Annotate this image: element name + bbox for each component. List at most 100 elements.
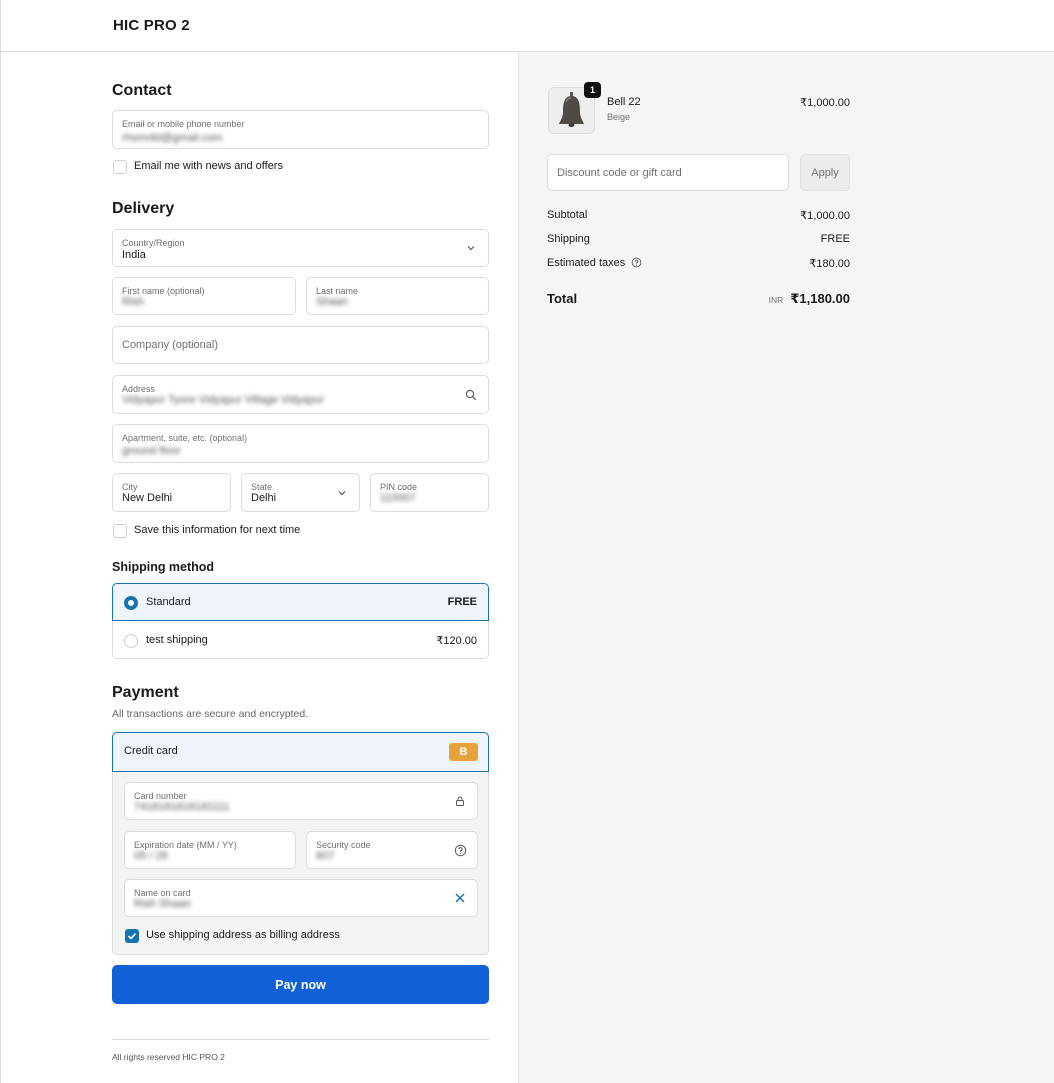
subtotal-label: Subtotal [547,209,588,221]
first-name-label: First name (optional) [122,286,205,296]
payment-subtitle: All transactions are secure and encrypte… [112,708,309,720]
taxes-value: ₹180.00 [809,258,850,270]
delivery-heading: Delivery [112,200,175,217]
credit-card-option[interactable]: Credit card B [112,732,489,772]
city-value: New Delhi [122,492,173,504]
product-price: ₹1,000.00 [800,97,850,109]
shipping-option-price: FREE [447,596,477,608]
save-info-label: Save this information for next time [134,524,301,536]
news-label: Email me with news and offers [134,160,283,172]
lock-icon [453,794,467,808]
expiry-value: 05 / 28 [134,850,168,862]
security-code-value: 607 [316,850,335,862]
total-row: Total INR ₹1,180.00 [547,291,850,307]
pin-code-field[interactable]: PIN code 110007 [370,473,489,512]
chevron-down-icon [464,241,478,255]
order-summary-column [518,52,1054,1083]
first-name-value: Rish [122,296,145,308]
footer-text: All rights reserved HIC PRO 2 [112,1052,225,1062]
total-currency: INR [768,295,784,305]
payment-heading: Payment [112,684,179,701]
first-name-field[interactable]: First name (optional) Rish [112,277,296,315]
company-placeholder: Company (optional) [122,339,218,351]
subtotal-row: Subtotal ₹1,000.00 [547,209,850,222]
security-code-label: Security code [316,840,371,850]
last-name-field[interactable]: Last name Shaan [306,277,489,315]
total-label: Total [547,291,578,306]
card-number-label: Card number [134,791,187,801]
quantity-badge: 1 [584,82,601,98]
total-amount-group: INR ₹1,180.00 [769,291,850,307]
taxes-row: Estimated taxes ₹180.00 [547,257,850,270]
apartment-label: Apartment, suite, etc. (optional) [122,433,248,443]
taxes-label: Estimated taxes [547,257,626,269]
footer-divider [112,1039,489,1040]
subtotal-value: ₹1,000.00 [800,210,850,222]
radio-selected[interactable] [124,596,138,610]
help-circle-icon[interactable] [453,843,467,857]
close-icon[interactable] [453,891,467,905]
total-value: ₹1,180.00 [790,291,850,306]
shipping-option-test[interactable]: test shipping ₹120.00 [113,621,488,659]
expiry-field[interactable]: Expiration date (MM / YY) 05 / 28 [124,831,296,869]
billing-checkbox[interactable] [125,929,139,943]
shipping-options: Standard FREE test shipping ₹120.00 [112,583,489,659]
discount-placeholder: Discount code or gift card [557,167,682,179]
email-value: rhsmnbl@gmail.com [122,132,223,144]
credit-card-label: Credit card [124,745,178,757]
store-name[interactable]: HIC PRO 2 [113,17,190,34]
country-label: Country/Region [122,238,185,248]
name-on-card-field[interactable]: Name on card Rish Shaan [124,879,478,917]
security-code-field[interactable]: Security code 607 [306,831,478,869]
country-select[interactable]: Country/Region India [112,229,489,267]
apartment-field[interactable]: Apartment, suite, etc. (optional) ground… [112,424,489,463]
product-variant: Beige [607,112,631,122]
taxes-label-group: Estimated taxes [547,257,642,270]
shipping-row: Shipping FREE [547,233,850,245]
card-number-field[interactable]: Card number 7418181818181111 [124,782,478,820]
news-checkbox[interactable] [113,160,127,174]
shipping-option-name: Standard [146,596,191,608]
address-field[interactable]: Address Vidyapur Tyore Vidyapur Village … [112,375,489,414]
radio-unselected[interactable] [124,634,138,648]
city-label: City [122,482,138,492]
save-info-checkbox[interactable] [113,524,127,538]
state-value: Delhi [251,492,277,504]
discount-code-field[interactable]: Discount code or gift card [547,154,789,191]
state-label: State [251,482,273,492]
billing-label: Use shipping address as billing address [146,929,340,941]
email-label: Email or mobile phone number [122,119,245,129]
city-field[interactable]: City New Delhi [112,473,231,512]
card-brand-badge: B [449,743,478,761]
address-label: Address [122,384,156,394]
last-name-label: Last name [316,286,359,296]
chevron-down-icon [335,486,349,500]
country-value: India [122,249,146,261]
card-number-value: 7418181818181111 [134,801,230,813]
state-select[interactable]: State Delhi [241,473,360,512]
header: HIC PRO 2 [0,0,1054,52]
payment-box: Credit card B Card number 74181818181811… [112,732,489,955]
company-field[interactable]: Company (optional) [112,326,489,364]
shipping-option-name: test shipping [146,634,208,646]
search-icon[interactable] [464,388,478,402]
shipping-method-heading: Shipping method [112,560,215,574]
pin-code-value: 110007 [380,492,416,504]
shipping-label: Shipping [547,233,590,245]
contact-heading: Contact [112,82,172,99]
address-value: Vidyapur Tyore Vidyapur Village Vidyapur [122,394,325,406]
apply-button[interactable]: Apply [800,154,850,191]
shipping-value: FREE [820,233,850,245]
last-name-value: Shaan [316,296,348,308]
pay-now-button[interactable]: Pay now [112,965,489,1004]
help-circle-icon[interactable] [631,257,642,268]
email-field[interactable]: Email or mobile phone number rhsmnbl@gma… [112,110,489,149]
pin-code-label: PIN code [380,482,418,492]
name-on-card-value: Rish Shaan [134,898,191,910]
shipping-option-standard[interactable]: Standard FREE [112,583,489,621]
shipping-option-price: ₹120.00 [436,635,477,647]
expiry-label: Expiration date (MM / YY) [134,840,237,850]
name-on-card-label: Name on card [134,888,191,898]
apartment-value: ground floor [122,445,181,457]
product-name: Bell 22 [607,96,641,108]
